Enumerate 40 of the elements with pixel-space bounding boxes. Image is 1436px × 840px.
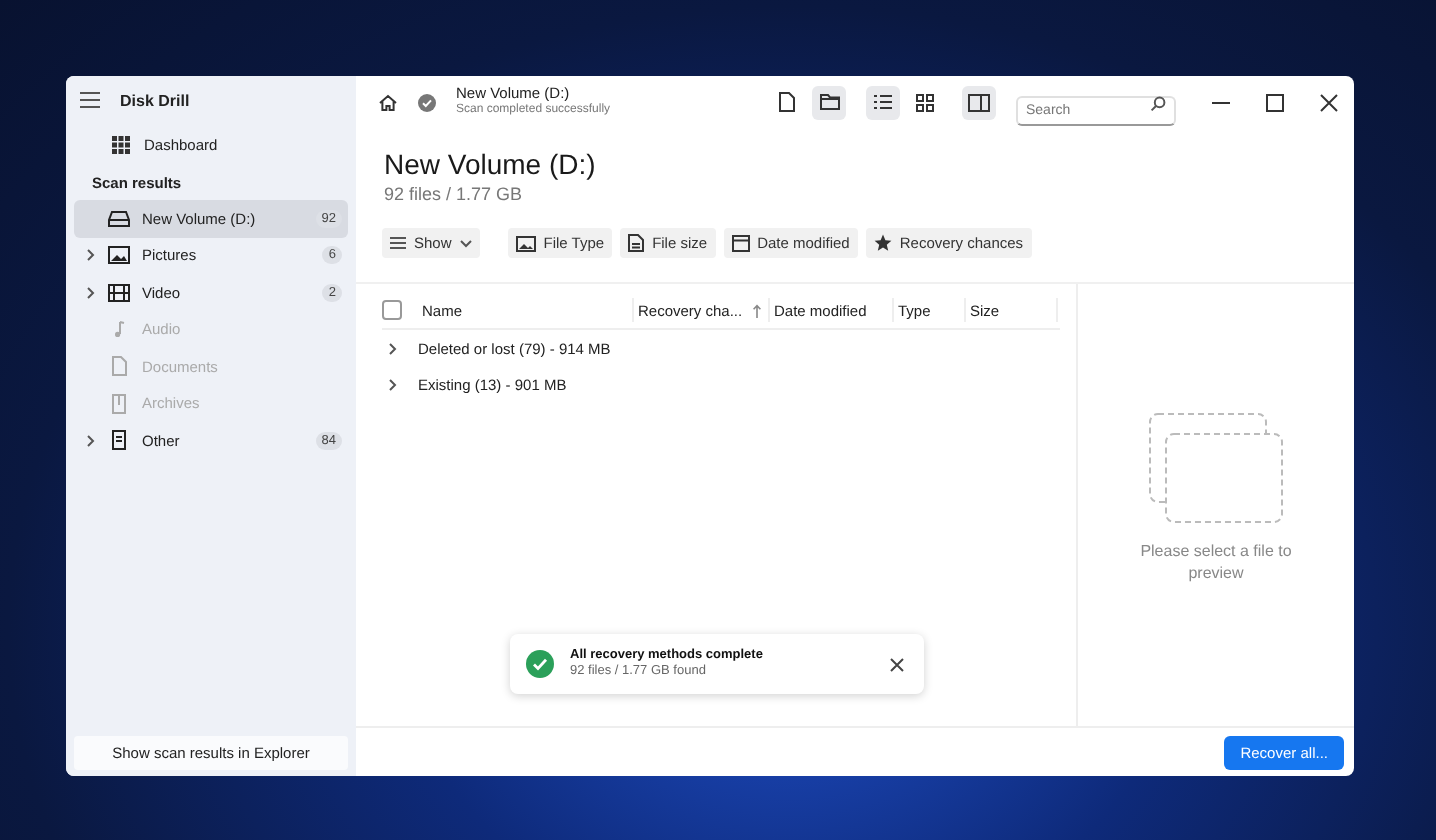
empty-preview-icon — [1148, 412, 1284, 524]
close-icon[interactable] — [890, 657, 904, 671]
preview-message: Please select a file to preview — [1138, 540, 1294, 585]
view-button[interactable] — [866, 85, 900, 119]
drive-icon — [108, 209, 130, 228]
page-title: New Volume (D:) — [384, 148, 598, 180]
grid-icon — [112, 136, 130, 154]
chevron-icon[interactable] — [86, 248, 96, 263]
document-icon — [628, 234, 645, 252]
calendar-icon — [731, 234, 750, 252]
view-button[interactable] — [812, 85, 846, 119]
maximize-icon[interactable] — [1266, 93, 1284, 111]
home-icon[interactable] — [378, 93, 398, 111]
film-icon — [108, 283, 130, 302]
image-icon — [515, 235, 536, 251]
search-icon — [1150, 95, 1166, 111]
file-summary: 92 files / 1.77 GB — [384, 184, 525, 204]
side-panel-icon — [968, 93, 990, 111]
select-all-checkbox[interactable] — [382, 300, 402, 320]
list-icon — [874, 94, 892, 110]
chevron-icon[interactable] — [86, 433, 96, 448]
grid-icon — [916, 93, 934, 111]
caret-icon — [459, 239, 472, 247]
star-icon — [873, 234, 892, 252]
document-icon — [108, 356, 130, 377]
check-circle-icon — [526, 650, 554, 678]
chevron-icon[interactable] — [388, 377, 398, 391]
view-button[interactable] — [962, 85, 996, 119]
app-title: Disk Drill — [120, 91, 190, 109]
folder-icon — [819, 94, 839, 110]
chevron-icon[interactable] — [86, 285, 96, 300]
archive-icon — [108, 393, 130, 414]
chevron-icon[interactable] — [388, 341, 398, 355]
menu-icon[interactable] — [80, 92, 100, 108]
close-icon[interactable] — [1320, 93, 1338, 111]
file-icon — [108, 430, 130, 451]
check-circle-icon — [418, 93, 436, 111]
file-icon — [778, 92, 796, 112]
image-icon — [108, 246, 130, 265]
list-icon — [390, 236, 406, 250]
